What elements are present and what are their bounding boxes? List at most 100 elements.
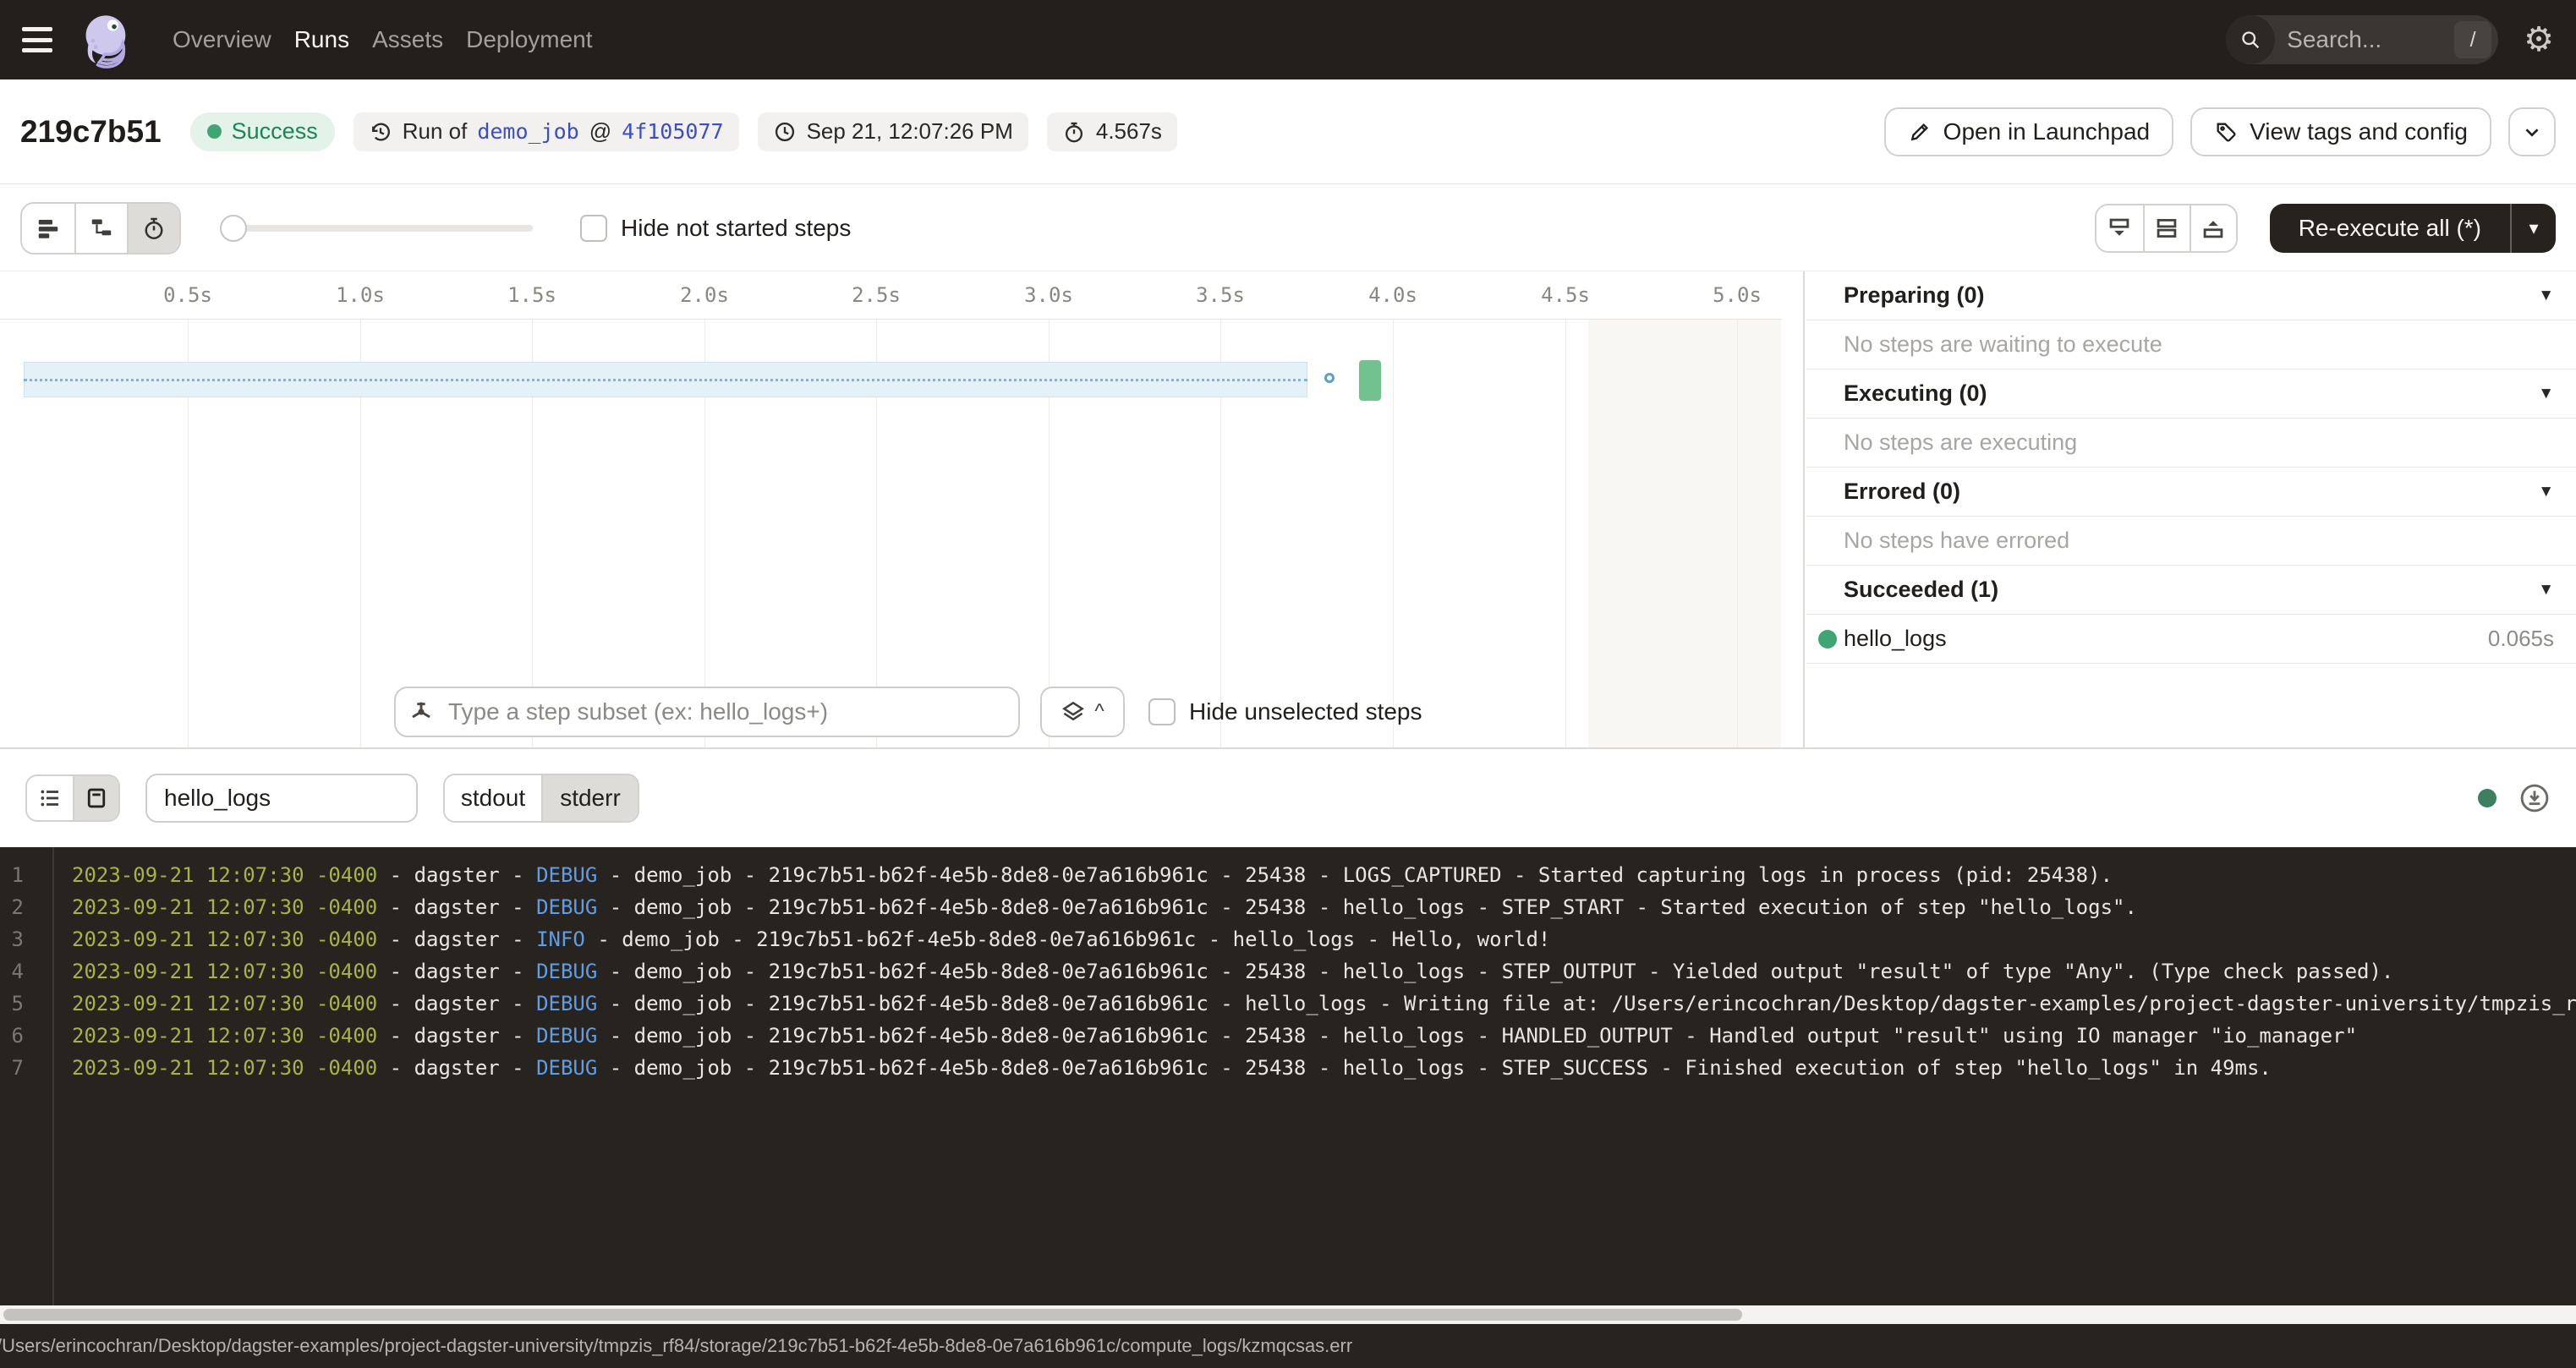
- reexecute-all-button[interactable]: Re-execute all (*): [2270, 204, 2510, 253]
- graph-query-toggle-button[interactable]: ^: [1040, 687, 1125, 737]
- log-timestamp: 2023-09-21 12:07:30 -0400: [72, 895, 377, 919]
- log-source: - dagster -: [377, 992, 536, 1015]
- log-message: - demo_job - 219c7b51-b62f-4e5b-8de8-0e7…: [597, 960, 2393, 983]
- list-icon: [38, 786, 62, 810]
- slider-track: [220, 225, 533, 232]
- start-time-tag: Sep 21, 12:07:26 PM: [758, 112, 1028, 151]
- dependency-dotted-line: [24, 379, 1307, 381]
- dagster-logo-icon[interactable]: [78, 9, 135, 70]
- log-level: INFO: [536, 928, 585, 951]
- timed-view-button[interactable]: [127, 204, 179, 253]
- timeline-axis: 0.5s 1.0s 1.5s 2.0s 2.5s 3.0s 3.5s 4.0s …: [0, 271, 1781, 320]
- gantt-view-toggle: [20, 202, 181, 254]
- gantt-chart-area[interactable]: [0, 320, 1781, 747]
- axis-tick: 4.5s: [1541, 283, 1590, 307]
- executing-empty-row: No steps are executing: [1806, 419, 2576, 468]
- tab-stdout[interactable]: stdout: [445, 775, 541, 821]
- commit-link[interactable]: 4f105077: [622, 119, 723, 144]
- slider-handle[interactable]: [220, 215, 247, 242]
- reexecute-options-button[interactable]: ▾: [2512, 204, 2556, 253]
- line-number: 7: [0, 1052, 24, 1084]
- run-of-at: @: [589, 118, 611, 145]
- flat-view-button[interactable]: [22, 204, 74, 253]
- pencil-icon: [1908, 120, 1932, 144]
- hide-not-started-toggle[interactable]: Hide not started steps: [580, 215, 851, 242]
- axis-tick: 2.0s: [680, 283, 729, 307]
- search-icon: [2226, 15, 2275, 64]
- split-panels-button[interactable]: [2143, 205, 2190, 251]
- axis-tick: 5.0s: [1713, 283, 1762, 307]
- job-link[interactable]: demo_job: [477, 119, 578, 144]
- menu-icon[interactable]: [22, 27, 52, 52]
- log-level: DEBUG: [536, 1024, 597, 1048]
- empty-text: No steps are executing: [1844, 430, 2077, 456]
- status-badge: Success: [190, 112, 335, 151]
- raw-log-viewer[interactable]: 1 2023-09-21 12:07:30 -0400 - dagster - …: [0, 847, 2576, 1305]
- start-time: Sep 21, 12:07:26 PM: [807, 118, 1013, 145]
- log-timestamp: 2023-09-21 12:07:30 -0400: [72, 928, 377, 951]
- panel-up-icon: [2201, 216, 2225, 240]
- waterfall-view-button[interactable]: [74, 204, 127, 253]
- nav-link-runs[interactable]: Runs: [294, 26, 349, 53]
- layers-icon: [1061, 699, 1086, 725]
- gridline: [1737, 320, 1738, 747]
- step-row-hello-logs[interactable]: hello_logs 0.065s: [1806, 615, 2576, 664]
- expand-bottom-panel-button[interactable]: [2096, 205, 2143, 251]
- log-lines: 1 2023-09-21 12:07:30 -0400 - dagster - …: [0, 859, 2576, 1084]
- step-subset-bar: ^ Hide unselected steps: [394, 687, 1422, 737]
- step-subset-input[interactable]: [394, 687, 1020, 737]
- log-line: 1 2023-09-21 12:07:30 -0400 - dagster - …: [0, 859, 2576, 891]
- line-number: 4: [0, 955, 24, 988]
- raw-log-view-button[interactable]: [73, 776, 118, 820]
- log-toolbar-right: [2478, 782, 2551, 814]
- reexecute-button-group: Re-execute all (*) ▾: [2270, 204, 2556, 253]
- preparing-empty-row: No steps are waiting to execute: [1806, 320, 2576, 369]
- scrollbar-thumb[interactable]: [3, 1309, 1742, 1321]
- log-line: 4 2023-09-21 12:07:30 -0400 - dagster - …: [0, 955, 2576, 988]
- log-timestamp: 2023-09-21 12:07:30 -0400: [72, 992, 377, 1015]
- section-errored[interactable]: Errored (0) ▼: [1806, 468, 2576, 517]
- line-number: 3: [0, 923, 24, 955]
- search-shortcut-badge: /: [2454, 21, 2491, 58]
- hide-not-started-checkbox[interactable]: [580, 215, 607, 242]
- log-source: - dagster -: [377, 863, 536, 887]
- section-executing[interactable]: Executing (0) ▼: [1806, 369, 2576, 419]
- expand-top-panel-button[interactable]: [2190, 205, 2236, 251]
- structured-log-view-button[interactable]: [27, 776, 73, 820]
- log-level: DEBUG: [536, 895, 597, 919]
- search-input[interactable]: Search... /: [2226, 15, 2498, 64]
- log-toolbar: stdout stderr: [0, 749, 2576, 847]
- log-message: - demo_job - 219c7b51-b62f-4e5b-8de8-0e7…: [597, 895, 2137, 919]
- view-tags-config-button[interactable]: View tags and config: [2190, 107, 2491, 156]
- nav-link-overview[interactable]: Overview: [173, 26, 271, 53]
- gantt-toolbar-right: Re-execute all (*) ▾: [2095, 204, 2556, 253]
- after-run-shading: [1588, 320, 1781, 747]
- gantt-chart-pane: 0.5s 1.0s 1.5s 2.0s 2.5s 3.0s 3.5s 4.0s …: [0, 271, 1805, 747]
- header-more-actions-button[interactable]: [2508, 107, 2556, 156]
- section-succeeded[interactable]: Succeeded (1) ▼: [1806, 566, 2576, 615]
- log-level: DEBUG: [536, 992, 597, 1015]
- gear-icon[interactable]: ⚙: [2524, 23, 2554, 57]
- flat-view-icon: [36, 216, 61, 241]
- download-log-button[interactable]: [2518, 782, 2551, 814]
- hide-unselected-checkbox[interactable]: [1148, 698, 1176, 725]
- gantt-toolbar: Hide not started steps: [0, 185, 2576, 271]
- log-message: - demo_job - 219c7b51-b62f-4e5b-8de8-0e7…: [597, 1056, 2272, 1080]
- horizontal-scrollbar[interactable]: [0, 1305, 2576, 1324]
- gantt-zoom-slider[interactable]: [220, 215, 533, 242]
- log-line: 2 2023-09-21 12:07:30 -0400 - dagster - …: [0, 891, 2576, 923]
- open-in-launchpad-button[interactable]: Open in Launchpad: [1884, 107, 2173, 156]
- log-step-filter-input[interactable]: [145, 774, 418, 823]
- run-id: 219c7b51: [20, 114, 162, 150]
- step-execution-bar-hello-logs[interactable]: [1359, 360, 1381, 401]
- nav-link-deployment[interactable]: Deployment: [466, 26, 592, 53]
- clock-icon: [773, 120, 797, 144]
- section-title: Executing (0): [1844, 380, 1987, 407]
- hide-unselected-toggle[interactable]: Hide unselected steps: [1148, 698, 1422, 725]
- log-source: - dagster -: [377, 960, 536, 983]
- log-line: 6 2023-09-21 12:07:30 -0400 - dagster - …: [0, 1020, 2576, 1052]
- tab-stderr[interactable]: stderr: [541, 775, 638, 821]
- errored-empty-row: No steps have errored: [1806, 517, 2576, 566]
- section-preparing[interactable]: Preparing (0) ▼: [1806, 271, 2576, 320]
- nav-link-assets[interactable]: Assets: [372, 26, 443, 53]
